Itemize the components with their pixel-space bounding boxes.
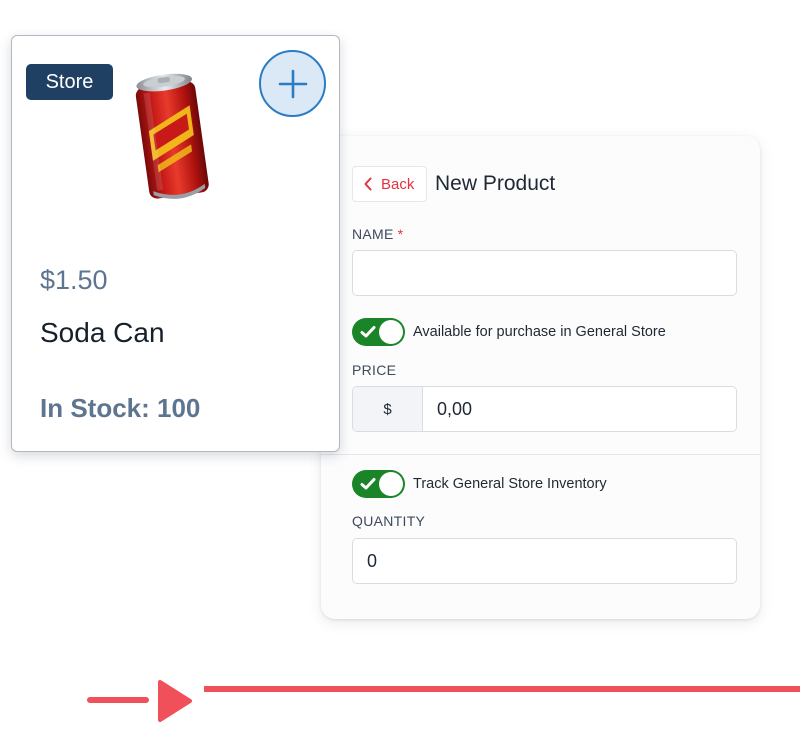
track-inventory-toggle[interactable] [352, 470, 405, 498]
form-title: New Product [435, 172, 556, 195]
currency-prefix: $ [353, 387, 423, 431]
add-product-button[interactable] [259, 50, 326, 117]
name-input[interactable] [352, 250, 737, 296]
name-label: NAME * [352, 226, 403, 242]
price-field: $ [352, 386, 737, 432]
divider [321, 454, 760, 455]
toggle-knob [379, 320, 403, 344]
chevron-left-icon [364, 177, 372, 191]
quantity-input[interactable] [352, 538, 737, 584]
track-toggle-label: Track General Store Inventory [413, 476, 607, 492]
store-badge: Store [26, 64, 113, 100]
price-label: PRICE [352, 362, 397, 378]
toggle-knob [379, 472, 403, 496]
new-product-form: Back New Product NAME * Available for pur… [321, 136, 760, 619]
quantity-label: QUANTITY [352, 513, 426, 529]
play-arrow-icon [158, 680, 192, 722]
check-icon [360, 326, 376, 338]
track-toggle-row: Track General Store Inventory [352, 470, 607, 498]
product-price: $1.50 [40, 265, 108, 295]
back-button-label: Back [381, 175, 415, 193]
check-icon [360, 478, 376, 490]
required-marker: * [397, 226, 404, 242]
product-stock: In Stock: 100 [40, 393, 201, 423]
plus-icon [278, 69, 307, 98]
soda-can-image [135, 73, 209, 199]
product-name: Soda Can [40, 317, 165, 348]
price-input[interactable] [423, 387, 736, 431]
available-toggle-row: Available for purchase in General Store [352, 318, 666, 346]
available-toggle-label: Available for purchase in General Store [413, 324, 666, 340]
product-card[interactable]: Store $1.50 Soda Can In Stock: 100 [11, 35, 340, 452]
back-button[interactable]: Back [352, 166, 427, 202]
available-toggle[interactable] [352, 318, 405, 346]
name-label-text: NAME [352, 226, 394, 242]
arrow-graphic [87, 680, 800, 722]
